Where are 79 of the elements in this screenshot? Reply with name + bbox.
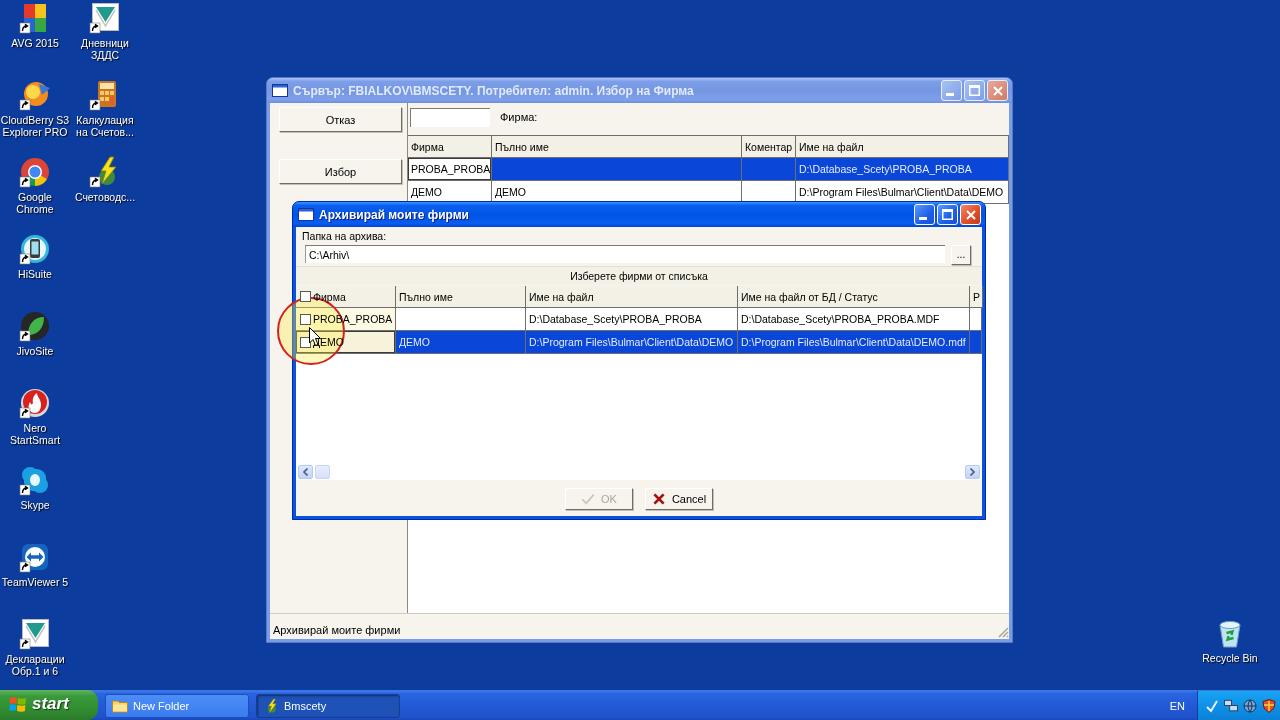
maximize-icon: [969, 85, 980, 96]
table-cell: ДЕМО: [396, 331, 526, 354]
scroll-right-button[interactable]: [965, 465, 980, 479]
field-label: Фирма:: [500, 110, 538, 125]
close-icon: [992, 85, 1003, 96]
icon-label[interactable]: JivoSite: [16, 345, 54, 357]
window-title: Сървър: FBIALKOV\BMSCETY. Потребител: admin. Избор на Фирма: [293, 83, 694, 98]
table-cell: D:\Program Files\Bulmar\Client\Data\DEMO: [526, 331, 738, 354]
table-cell: [970, 331, 982, 354]
icon-label[interactable]: Калкулация на Счетов...: [70, 114, 140, 138]
flame-icon[interactable]: [19, 387, 51, 419]
window-icon: [298, 208, 314, 221]
folder-icon: [112, 698, 128, 713]
window-title: Архивирай моите фирми: [319, 207, 469, 222]
column-header[interactable]: Пълно име: [492, 136, 742, 158]
folder-field[interactable]: C:\Arhiv\: [305, 245, 945, 263]
icon-label[interactable]: TeamViewer 5: [1, 576, 69, 588]
icon-label[interactable]: Nero StartSmart: [0, 422, 70, 446]
icon-label[interactable]: AVG 2015: [11, 37, 59, 49]
icon-label[interactable]: Skype: [20, 499, 50, 511]
panel-button[interactable]: Отказ: [279, 107, 402, 132]
close-icon: [965, 209, 976, 220]
check-icon[interactable]: [1205, 698, 1219, 713]
language-indicator[interactable]: EN: [1169, 699, 1185, 712]
checkbox[interactable]: [300, 291, 311, 302]
browse-button[interactable]: ...: [951, 245, 971, 265]
column-header[interactable]: Име на файл: [796, 136, 1009, 158]
flag-icon: [9, 695, 27, 713]
scroll-thumb[interactable]: [315, 465, 330, 479]
column-header[interactable]: Р: [970, 286, 983, 308]
icon-label[interactable]: CloudBerry S3 Explorer PRO: [0, 114, 70, 138]
taskbar-button[interactable]: Bmscety: [256, 693, 400, 718]
taskbar-button[interactable]: New Folder: [105, 693, 249, 718]
maximize-icon: [942, 209, 953, 220]
icon-label[interactable]: Декларации Обр.1 и 6: [0, 653, 70, 677]
column-header[interactable]: Име на файл от БД / Статус: [738, 286, 970, 308]
column-header[interactable]: Име на файл: [526, 286, 738, 308]
circles-icon[interactable]: [19, 79, 51, 111]
table-cell: PROBA_PROBA: [408, 158, 492, 181]
ring-icon[interactable]: [19, 156, 51, 188]
icon-label[interactable]: Счетоводс...: [74, 191, 136, 203]
shield-icon[interactable]: [1262, 698, 1276, 713]
chevron-left-icon: [303, 468, 308, 476]
table-row[interactable]: PROBA_PROBA D:\Database_Scety\PROBA_PROBA: [408, 158, 1009, 181]
table-cell: D:\Database_Scety\PROBA_PROBA: [526, 308, 738, 331]
icon-label[interactable]: Recycle Bin: [1202, 652, 1258, 664]
resize-grip-icon[interactable]: [998, 627, 1009, 638]
field-label: Папка на архива:: [302, 230, 387, 242]
column-header[interactable]: Пълно име: [396, 286, 526, 308]
check-icon: [581, 493, 596, 505]
icon-label[interactable]: Дневници ЗДДС: [70, 37, 140, 61]
cloud-icon[interactable]: [19, 464, 51, 496]
column-header[interactable]: Фирма: [296, 286, 396, 308]
header-text: Фирма: [313, 290, 346, 303]
status-text: Архивирай моите фирми: [273, 623, 401, 637]
network-icon[interactable]: [1224, 698, 1238, 713]
table-cell: D:\Database_Scety\PROBA_PROBA.MDF: [738, 308, 970, 331]
chevron-right-icon: [970, 468, 975, 476]
leaf-icon[interactable]: [19, 310, 51, 342]
list-caption: Изберете фирми от списъка: [570, 270, 708, 282]
table-cell: D:\Program Files\Bulmar\Client\Data\DEMO.mdf: [738, 331, 970, 354]
globe-icon[interactable]: [1243, 698, 1257, 713]
icon-label[interactable]: Google Chrome: [0, 191, 70, 215]
icon-label[interactable]: HiSuite: [18, 268, 52, 280]
scroll-left-button[interactable]: [298, 465, 313, 479]
column-header[interactable]: Коментар: [742, 136, 796, 158]
checkbox[interactable]: [300, 313, 311, 325]
table-cell: [970, 308, 982, 331]
phone-icon[interactable]: [19, 233, 51, 265]
table-cell: [742, 158, 796, 181]
window-icon: [272, 84, 288, 97]
column-header[interactable]: Фирма: [408, 136, 492, 158]
cancel-button[interactable]: Cancel: [645, 488, 713, 510]
table-cell: D:\Database_Scety\PROBA_PROBA: [796, 158, 1009, 181]
minimize-icon: [946, 93, 954, 96]
panel-button[interactable]: Избор: [279, 159, 402, 184]
minimize-icon: [919, 217, 927, 220]
start-button[interactable]: start: [0, 690, 98, 720]
x-icon: [651, 493, 666, 505]
